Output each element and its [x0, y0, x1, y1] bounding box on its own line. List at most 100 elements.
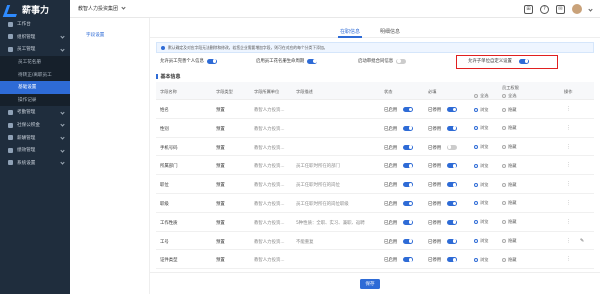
radio-label: 隐藏 [508, 256, 517, 262]
table-row: 职级 预置 教智人力投资... 员工任职时所在的岗位职级 已启用 已停用 浏览 隐藏 ⋮ [156, 194, 594, 213]
save-button[interactable]: 保存 [360, 279, 380, 289]
required-toggle[interactable] [447, 107, 457, 112]
permission-view-radio[interactable]: 浏览 [474, 182, 488, 188]
sidebar-item[interactable]: 薪酬管理 [0, 131, 70, 144]
required-toggle[interactable] [447, 257, 457, 263]
status-toggle[interactable] [403, 144, 413, 150]
permission-view-radio[interactable]: 浏览 [474, 163, 488, 169]
field-type: 预置 [216, 201, 225, 207]
sidebar-item-label: 基础设置 [18, 85, 37, 91]
avatar[interactable] [572, 4, 582, 14]
sidebar-item[interactable]: 待转正/离职员工 [0, 68, 70, 81]
status-toggle[interactable] [403, 257, 413, 263]
th-select-all-hide[interactable]: 全选 [502, 93, 516, 99]
required-toggle[interactable] [447, 200, 457, 206]
sidebar-item[interactable]: 操作记录 [0, 93, 70, 107]
tab-detail-info[interactable]: 明细信息 [380, 28, 400, 35]
tab-employment-info[interactable]: 在职信息 [340, 28, 360, 35]
permission-hide-radio[interactable]: 隐藏 [502, 163, 516, 169]
sidebar-item[interactable]: 社保公积金 [0, 119, 70, 132]
sidebar-item[interactable]: 员工花名册 [0, 55, 70, 69]
settings-toggles: 允许员工完善个人信息 启用员工花名册生命周期 启动审批合同信息 允许子单位自定义… [156, 54, 594, 70]
permission-hide-radio[interactable]: 隐藏 [502, 200, 516, 206]
toggle-switch[interactable] [396, 58, 407, 64]
permission-hide-radio[interactable]: 隐藏 [502, 219, 516, 225]
company-selector[interactable]: 教智人力投资集团 [78, 5, 126, 12]
status-toggle[interactable] [403, 238, 413, 244]
status-toggle[interactable] [403, 107, 413, 112]
permission-hide-radio[interactable]: 隐藏 [502, 182, 516, 188]
table-row: 性别 预置 教智人力投资... 已启用 已停用 浏览 隐藏 ⋮ [156, 119, 594, 138]
radio-label: 隐藏 [508, 238, 517, 244]
more-icon[interactable]: ⋮ [566, 162, 571, 168]
status-toggle[interactable] [403, 182, 413, 188]
th-permission: 员工权限 [502, 85, 519, 90]
status-toggle[interactable] [403, 125, 413, 131]
permission-view-radio[interactable]: 浏览 [474, 200, 488, 206]
permission-hide-radio[interactable]: 隐藏 [502, 107, 516, 113]
grid-icon[interactable]: ⊞ [524, 4, 533, 14]
table-header: 字段名称 字段类型 字段所属单位 字段描述 状态 必填 员工权限 全选 全选 操… [156, 82, 594, 100]
field-unit: 教智人力投资... [254, 183, 285, 189]
sidebar: 薪事力 工作台 组织管理 员工管理 员工花名册待转正/离职员工 基础设置操作记录 考勤管理… [0, 0, 70, 294]
fields-table: 字段名称 字段类型 字段所属单位 字段描述 状态 必填 员工权限 全选 全选 操… [156, 82, 594, 270]
chevron-down-icon[interactable] [588, 6, 593, 12]
more-icon[interactable]: ⋮ [566, 106, 571, 112]
edit-icon[interactable]: ✎ [580, 238, 584, 244]
radio-icon [474, 182, 478, 187]
more-icon[interactable]: ⋮ [566, 219, 571, 225]
permission-hide-radio[interactable]: 隐藏 [502, 125, 516, 131]
help-icon[interactable]: ? [540, 4, 549, 14]
status-toggle[interactable] [403, 200, 413, 206]
message-icon[interactable]: ✉ [556, 4, 565, 14]
sidebar-item[interactable]: 组织管理 [0, 31, 70, 44]
permission-view-radio[interactable]: 浏览 [474, 144, 488, 150]
more-icon[interactable]: ⋮ [566, 125, 571, 131]
permission-view-radio[interactable]: 浏览 [474, 125, 488, 131]
chevron-down-icon [60, 110, 65, 115]
permission-hide-radio[interactable]: 隐藏 [502, 144, 516, 150]
sidebar-item[interactable]: 工作台 [0, 18, 70, 31]
field-unit: 教智人力投资... [254, 108, 285, 113]
brand-logo-text: 薪事力 [22, 5, 50, 16]
required-toggle[interactable] [447, 219, 457, 225]
toggle-switch[interactable] [307, 58, 318, 64]
notice-text: 默认确定及对应字段无法删除和修改，若您企业需要增加字段，则可在对应的每个分类下添… [168, 44, 328, 50]
field-name: 姓名 [160, 108, 169, 113]
more-icon[interactable]: ⋮ [566, 144, 571, 150]
sidebar-item[interactable]: 基础设置 [0, 80, 70, 94]
menu-icon [8, 34, 13, 40]
required-toggle[interactable] [447, 125, 457, 131]
field-settings-link[interactable]: 字段设置 [86, 32, 104, 38]
status-toggle[interactable] [403, 219, 413, 225]
required-toggle[interactable] [447, 163, 457, 169]
required-toggle[interactable] [447, 144, 457, 150]
more-icon[interactable]: ⋮ [566, 200, 571, 206]
sidebar-item-label: 待转正/离职员工 [18, 72, 52, 78]
sidebar-nav: 工作台 组织管理 员工管理 员工花名册待转正/离职员工 基础设置操作记录 考勤管理 社保公积… [0, 18, 70, 169]
more-icon[interactable]: ⋮ [566, 238, 571, 244]
th-field-name: 字段名称 [160, 89, 177, 94]
required-text: 已停用 [428, 201, 442, 207]
menu-icon [8, 147, 13, 153]
sidebar-item[interactable]: 系统设置 [0, 157, 70, 170]
status-toggle[interactable] [403, 163, 413, 169]
more-icon[interactable]: ⋮ [566, 256, 571, 262]
info-icon [161, 45, 165, 50]
permission-hide-radio[interactable]: 隐藏 [502, 238, 516, 244]
permission-view-radio[interactable]: 浏览 [474, 257, 488, 263]
permission-hide-radio[interactable]: 隐藏 [502, 257, 516, 263]
permission-view-radio[interactable]: 浏览 [474, 238, 488, 244]
table-row: 工号 预置 教智人力投资... 不能重复 已启用 已停用 浏览 隐藏 ⋮ ✎ [156, 232, 594, 251]
required-toggle[interactable] [447, 182, 457, 188]
sidebar-item[interactable]: 考勤管理 [0, 106, 70, 119]
more-icon[interactable]: ⋮ [566, 181, 571, 187]
th-select-all-view[interactable]: 全选 [474, 93, 488, 99]
permission-view-radio[interactable]: 浏览 [474, 219, 488, 225]
field-desc: 员工任职时所在的岗位职级 [296, 201, 349, 207]
sidebar-item[interactable]: 绩效管理 [0, 144, 70, 157]
required-toggle[interactable] [447, 238, 457, 244]
toggle-switch[interactable] [206, 58, 217, 64]
sidebar-item[interactable]: 员工管理 [0, 43, 70, 56]
permission-view-radio[interactable]: 浏览 [474, 107, 488, 113]
